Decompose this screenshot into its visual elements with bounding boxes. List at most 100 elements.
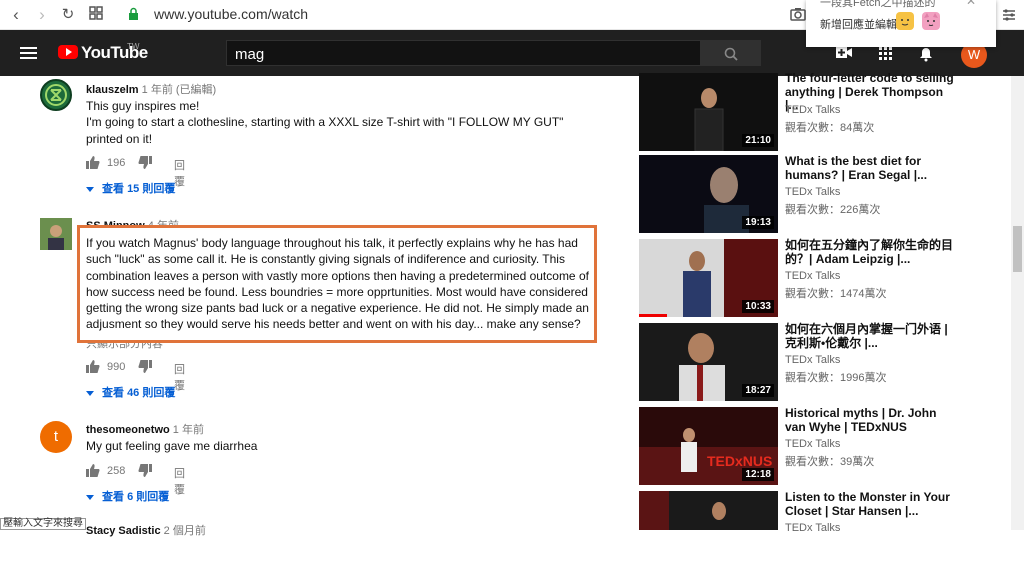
view-replies-suffix: 則回覆	[142, 183, 176, 195]
video-title[interactable]: 如何在五分鐘內了解你生命的目的？| Adam Leipzig |...	[785, 238, 955, 266]
search-button[interactable]	[701, 40, 761, 66]
video-views: 觀看次數：1996萬次	[785, 372, 887, 384]
notification-bell-icon[interactable]	[920, 48, 932, 62]
comment-author[interactable]: thesomeonetwo	[86, 424, 170, 436]
chevron-down-icon	[86, 494, 94, 500]
reply-button[interactable]: 回覆	[174, 465, 185, 497]
video-channel[interactable]: TEDx Talks	[785, 104, 840, 116]
video-channel[interactable]: TEDx Talks	[785, 522, 840, 534]
view-replies-suffix: 則回覆	[136, 491, 170, 503]
close-icon[interactable]: ✕	[966, 0, 976, 8]
cat-emoji-icon[interactable]	[922, 12, 940, 30]
like-icon[interactable]	[86, 360, 100, 373]
ted-logo: TEDxNUS	[707, 453, 773, 469]
video-item[interactable]: 18:27 如何在六個月內掌握一门外语 | 克利斯•伦戴尔 |... TEDx …	[639, 322, 1024, 401]
dislike-icon[interactable]	[138, 464, 152, 477]
video-item[interactable]: Listen to the Monster in Your Closet | S…	[639, 490, 1024, 569]
chevron-down-icon	[86, 390, 94, 396]
extension-popup: 一段其Fetch之中描述的 ✕ 新增回應並編輯	[806, 0, 996, 47]
search-input[interactable]	[235, 44, 695, 64]
happy-emoji-icon[interactable]	[896, 12, 914, 30]
video-thumbnail[interactable]: 18:27	[639, 323, 778, 401]
video-views: 觀看次數：1474萬次	[785, 288, 887, 300]
reply-count: 6	[127, 491, 134, 503]
comment-time[interactable]: 1 年前 (已編輯)	[142, 84, 217, 96]
reply-count: 46	[127, 387, 140, 399]
video-channel[interactable]: TEDx Talks	[785, 270, 840, 282]
reply-button[interactable]: 回覆	[174, 157, 185, 189]
video-channel[interactable]: TEDx Talks	[785, 186, 840, 198]
youtube-logo-icon[interactable]	[58, 45, 78, 59]
view-replies-button[interactable]: 查看 46 則回覆	[86, 384, 175, 400]
apps-grid-icon[interactable]	[86, 5, 106, 25]
video-channel[interactable]: TEDx Talks	[785, 438, 840, 450]
video-title[interactable]: 如何在六個月內掌握一门外语 | 克利斯•伦戴尔 |...	[785, 322, 955, 350]
view-replies-button[interactable]: 查看 15 則回覆	[86, 180, 175, 196]
address-bar[interactable]: www.youtube.com/watch	[154, 6, 308, 22]
view-replies-button[interactable]: 查看 6 則回覆	[86, 488, 169, 504]
avatar[interactable]: t	[40, 421, 72, 453]
video-item[interactable]: 19:13 What is the best diet for humans? …	[639, 154, 1024, 233]
comment-line: This guy inspires me!	[86, 99, 200, 113]
video-item[interactable]: TEDxNUS 12:18 Historical myths | Dr. Joh…	[639, 406, 1024, 485]
video-thumbnail[interactable]: 10:33	[639, 239, 778, 317]
video-duration: 12:18	[742, 468, 774, 481]
video-duration: 18:27	[742, 384, 774, 397]
view-replies-prefix: 查看	[102, 491, 124, 503]
comment-text: This guy inspires me! I'm going to start…	[86, 98, 596, 147]
tooltip: 壓輸入文字來搜尋	[0, 518, 86, 530]
camera-icon[interactable]	[790, 7, 806, 21]
apps-icon[interactable]	[879, 47, 892, 60]
like-icon[interactable]	[86, 156, 100, 169]
like-count: 990	[107, 361, 126, 373]
video-duration: 19:13	[742, 216, 774, 229]
scrollbar[interactable]	[1011, 76, 1024, 530]
back-icon[interactable]: ‹	[6, 5, 26, 25]
view-replies-prefix: 查看	[102, 387, 124, 399]
reload-icon[interactable]: ↻	[58, 5, 78, 25]
video-duration: 21:10	[742, 134, 774, 147]
video-item[interactable]: 10:33 如何在五分鐘內了解你生命的目的？| Adam Leipzig |..…	[639, 238, 1024, 317]
comment-actions: 990 回覆	[86, 360, 185, 392]
video-views: 觀看次數：84萬次	[785, 122, 875, 134]
menu-icon[interactable]	[20, 47, 37, 59]
popup-add-reply-label[interactable]: 新增回應並編輯	[820, 16, 897, 32]
comment-actions: 258 回覆	[86, 464, 185, 496]
comment-actions: 196 回覆	[86, 156, 185, 188]
forward-icon[interactable]: ›	[32, 5, 52, 25]
video-thumbnail[interactable]	[639, 491, 778, 530]
comment-time[interactable]: 2 個月前	[164, 525, 206, 537]
like-count: 258	[107, 465, 126, 477]
video-item[interactable]: 21:10 The four-letter code to selling an…	[639, 71, 1024, 151]
comment-author[interactable]: Stacy Sadistic	[86, 525, 161, 537]
video-views: 觀看次數：226萬次	[785, 204, 881, 216]
avatar[interactable]	[40, 218, 72, 250]
comment-author[interactable]: klauszelm	[86, 84, 139, 96]
video-title[interactable]: Listen to the Monster in Your Closet | S…	[785, 490, 955, 518]
video-title-line: The four-letter code to selling	[785, 71, 954, 85]
lock-icon	[128, 7, 139, 21]
search-box	[226, 40, 701, 66]
video-thumbnail[interactable]: TEDxNUS 12:18	[639, 407, 778, 485]
header-icons	[836, 44, 946, 67]
view-replies-prefix: 查看	[102, 183, 124, 195]
video-title[interactable]: Historical myths | Dr. John van Wyhe | T…	[785, 406, 955, 434]
settings-sliders-icon[interactable]	[1000, 6, 1018, 24]
video-channel[interactable]: TEDx Talks	[785, 354, 840, 366]
like-icon[interactable]	[86, 464, 100, 477]
dislike-icon[interactable]	[138, 156, 152, 169]
reply-count: 15	[127, 183, 140, 195]
avatar[interactable]	[40, 79, 72, 111]
create-video-icon[interactable]	[836, 47, 852, 58]
comment-text: If you watch Magnus' body language throu…	[86, 236, 589, 332]
scrollbar-thumb[interactable]	[1013, 226, 1022, 272]
video-duration: 10:33	[742, 300, 774, 313]
comment-time[interactable]: 1 年前	[173, 424, 204, 436]
reply-button[interactable]: 回覆	[174, 361, 185, 393]
video-title[interactable]: What is the best diet for humans? | Eran…	[785, 154, 955, 182]
comment-line: I'm going to start a clothesline, starti…	[86, 115, 564, 146]
like-count: 196	[107, 157, 126, 169]
dislike-icon[interactable]	[138, 360, 152, 373]
video-thumbnail[interactable]: 19:13	[639, 155, 778, 233]
video-thumbnail[interactable]: 21:10	[639, 73, 778, 151]
